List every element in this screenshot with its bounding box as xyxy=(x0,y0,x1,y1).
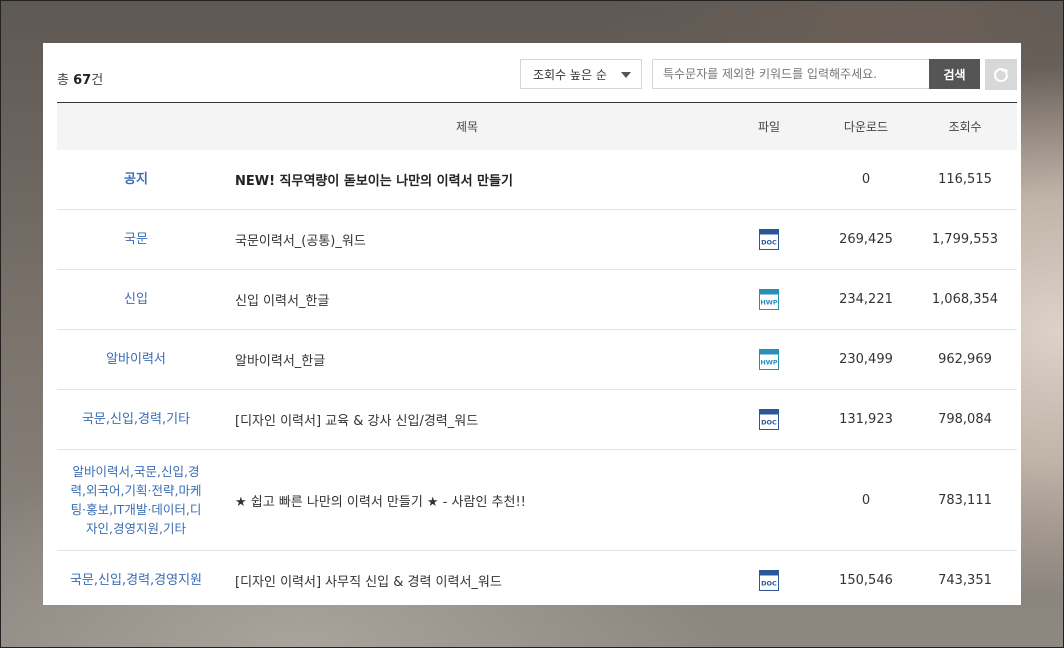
resume-template-board: 총 67건 조회수 높은 순 검색 제목 파일 다운로드 조회수 공지 NEW!… xyxy=(43,43,1021,605)
row-views: 116,515 xyxy=(938,172,992,187)
row-category[interactable]: 국문,신입,경력,경영지원 xyxy=(57,551,215,605)
doc-file-icon[interactable]: DOC xyxy=(759,409,779,430)
header-downloads: 다운로드 xyxy=(843,120,889,134)
table-row[interactable]: 알바이력서 알바이력서_한글 HWP 230,499 962,969 xyxy=(57,330,1017,390)
row-downloads: 230,499 xyxy=(839,352,893,367)
row-category[interactable]: 국문 xyxy=(57,210,215,269)
row-file xyxy=(719,450,819,550)
table-header: 제목 파일 다운로드 조회수 xyxy=(57,103,1017,150)
row-file: HWP xyxy=(719,270,819,329)
total-count-value: 67 xyxy=(73,73,92,88)
table-row[interactable]: 신입 신입 이력서_한글 HWP 234,221 1,068,354 xyxy=(57,270,1017,330)
row-title[interactable]: ★ 쉽고 빠른 나만의 이력서 만들기 ★ - 사람인 추천!! xyxy=(235,450,719,550)
row-downloads: 269,425 xyxy=(839,232,893,247)
chevron-down-icon xyxy=(621,72,631,78)
row-file xyxy=(719,150,819,209)
row-title[interactable]: [디자인 이력서] 교육 & 강사 신입/경력_워드 xyxy=(235,390,719,449)
table-row-notice[interactable]: 공지 NEW! 직무역량이 돋보이는 나만의 이력서 만들기 0 116,515 xyxy=(57,150,1017,210)
board-toolbar: 총 67건 조회수 높은 순 검색 xyxy=(43,43,1021,103)
row-category[interactable]: 공지 xyxy=(57,150,215,209)
table-row[interactable]: 알바이력서,국문,신입,경력,외국어,기획·전략,마케팅·홍보,IT개발·데이터… xyxy=(57,450,1017,551)
row-views: 783,111 xyxy=(938,492,992,508)
row-title[interactable]: NEW! 직무역량이 돋보이는 나만의 이력서 만들기 xyxy=(235,150,719,209)
row-category[interactable]: 알바이력서 xyxy=(57,330,215,389)
table-row[interactable]: 국문,신입,경력,기타 [디자인 이력서] 교육 & 강사 신입/경력_워드 D… xyxy=(57,390,1017,450)
doc-icon-label: DOC xyxy=(761,239,777,247)
row-category[interactable]: 알바이력서,국문,신입,경력,외국어,기획·전략,마케팅·홍보,IT개발·데이터… xyxy=(57,450,215,550)
row-downloads: 0 xyxy=(861,172,871,187)
row-views: 743,351 xyxy=(938,573,992,588)
reset-button[interactable] xyxy=(985,59,1017,90)
row-category[interactable]: 신입 xyxy=(57,270,215,329)
header-category xyxy=(57,103,215,150)
row-downloads: 234,221 xyxy=(839,292,893,307)
row-downloads: 131,923 xyxy=(839,412,893,427)
row-file: HWP xyxy=(719,330,819,389)
doc-file-icon[interactable]: DOC xyxy=(759,229,779,250)
row-file: DOC xyxy=(719,551,819,605)
row-views: 1,068,354 xyxy=(931,292,999,307)
row-downloads: 150,546 xyxy=(839,573,893,588)
sort-select[interactable]: 조회수 높은 순 xyxy=(520,59,642,89)
header-file: 파일 xyxy=(757,120,781,134)
row-views: 1,799,553 xyxy=(931,232,999,247)
total-suffix: 건 xyxy=(91,73,104,88)
hwp-file-icon[interactable]: HWP xyxy=(759,349,779,370)
search-button[interactable]: 검색 xyxy=(929,59,980,89)
total-count: 총 67건 xyxy=(57,69,103,88)
hwp-icon-label: HWP xyxy=(760,359,778,367)
row-category[interactable]: 국문,신입,경력,기타 xyxy=(57,390,215,449)
doc-file-icon[interactable]: DOC xyxy=(759,570,779,591)
doc-icon-label: DOC xyxy=(761,419,777,427)
header-title: 제목 xyxy=(455,120,479,134)
row-views: 962,969 xyxy=(938,352,992,367)
refresh-icon xyxy=(994,67,1008,82)
row-title[interactable]: 신입 이력서_한글 xyxy=(235,270,719,329)
header-views: 조회수 xyxy=(948,120,982,134)
row-views: 798,084 xyxy=(938,412,992,427)
hwp-file-icon[interactable]: HWP xyxy=(759,289,779,310)
row-file: DOC xyxy=(719,390,819,449)
row-title[interactable]: 알바이력서_한글 xyxy=(235,330,719,389)
row-title[interactable]: 국문이력서_(공통)_워드 xyxy=(235,210,719,269)
table-body: 공지 NEW! 직무역량이 돋보이는 나만의 이력서 만들기 0 116,515… xyxy=(57,150,1017,605)
row-downloads: 0 xyxy=(861,492,871,508)
row-file: DOC xyxy=(719,210,819,269)
doc-icon-label: DOC xyxy=(761,580,777,588)
row-title[interactable]: [디자인 이력서] 사무직 신입 & 경력 이력서_워드 xyxy=(235,551,719,605)
search-input[interactable] xyxy=(652,59,929,89)
total-prefix: 총 xyxy=(57,73,74,88)
table-row[interactable]: 국문,신입,경력,경영지원 [디자인 이력서] 사무직 신입 & 경력 이력서_… xyxy=(57,551,1017,605)
table-row[interactable]: 국문 국문이력서_(공통)_워드 DOC 269,425 1,799,553 xyxy=(57,210,1017,270)
sort-select-value: 조회수 높은 순 xyxy=(533,67,607,82)
hwp-icon-label: HWP xyxy=(760,299,778,307)
